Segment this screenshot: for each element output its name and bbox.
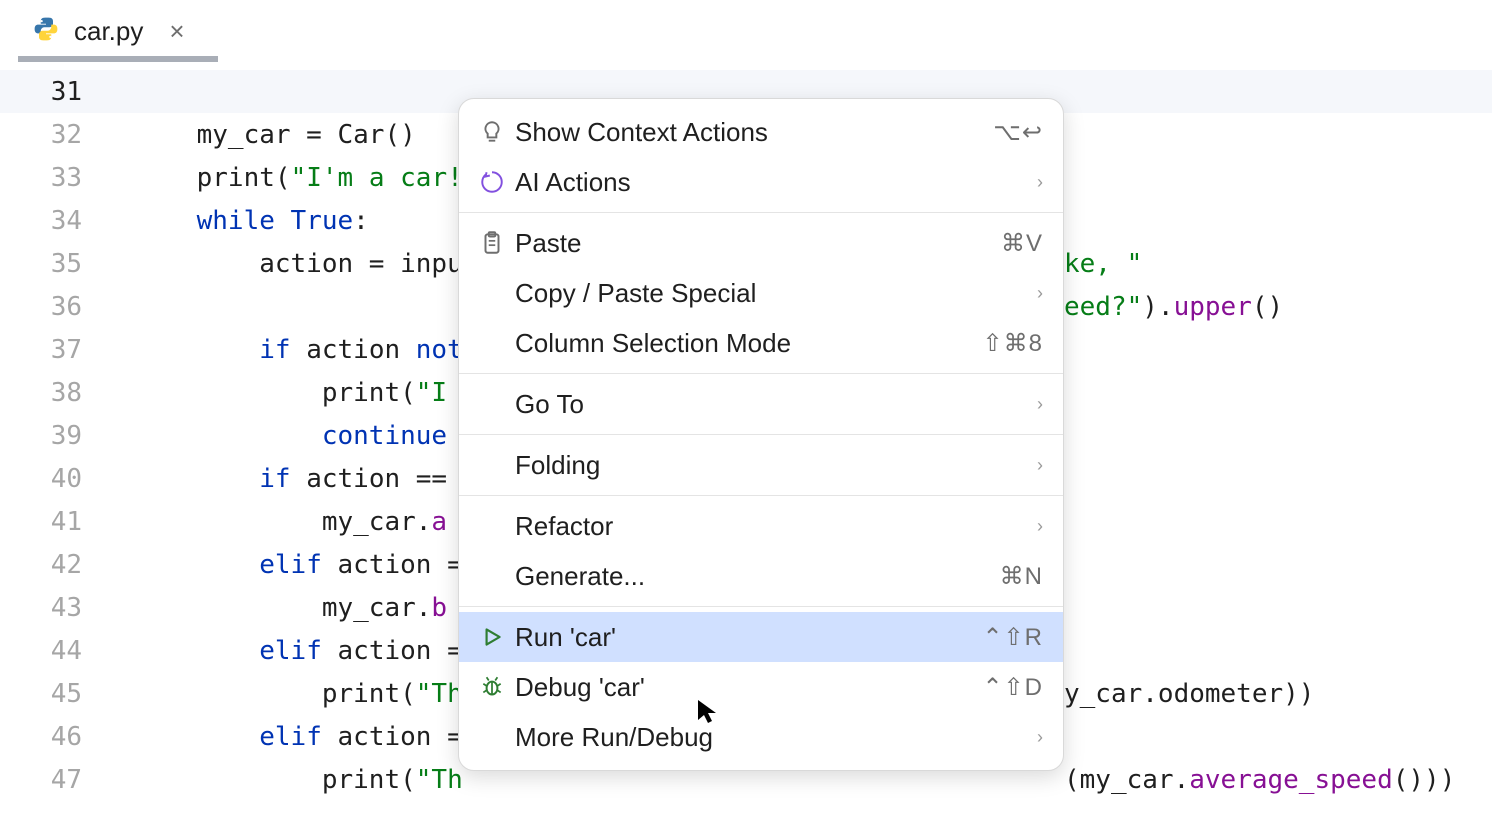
menu-label: Show Context Actions xyxy=(515,117,993,148)
context-menu: Show Context Actions⌥↩ AI Actions › Paste⌘V… xyxy=(458,98,1064,771)
menu-label: AI Actions xyxy=(515,167,1027,198)
bug-icon xyxy=(475,674,509,700)
menu-separator xyxy=(459,495,1063,496)
chevron-right-icon: › xyxy=(1037,172,1043,193)
line-number: 36 xyxy=(0,285,130,328)
line-number: 38 xyxy=(0,371,130,414)
menu-separator xyxy=(459,212,1063,213)
menu-label: More Run/Debug xyxy=(515,722,1027,753)
lightbulb-icon xyxy=(475,119,509,145)
menu-item-generate[interactable]: Generate...⌘N xyxy=(459,551,1063,601)
menu-item-show-context-actions[interactable]: Show Context Actions⌥↩ xyxy=(459,107,1063,157)
line-number: 31 xyxy=(0,70,130,113)
play-icon xyxy=(475,624,509,650)
menu-item-folding[interactable]: Folding › xyxy=(459,440,1063,490)
chevron-right-icon: › xyxy=(1037,455,1043,476)
tab-car-py[interactable]: car.py × xyxy=(18,0,199,62)
menu-label: Refactor xyxy=(515,511,1027,542)
chevron-right-icon: › xyxy=(1037,516,1043,537)
menu-separator xyxy=(459,373,1063,374)
line-number: 33 xyxy=(0,156,130,199)
ai-icon xyxy=(475,169,509,195)
menu-item-more-run-debug[interactable]: More Run/Debug › xyxy=(459,712,1063,762)
line-number: 37 xyxy=(0,328,130,371)
line-number: 34 xyxy=(0,199,130,242)
menu-separator xyxy=(459,434,1063,435)
menu-item-go-to[interactable]: Go To › xyxy=(459,379,1063,429)
menu-separator xyxy=(459,606,1063,607)
line-number: 41 xyxy=(0,500,130,543)
menu-item-column-selection-mode[interactable]: Column Selection Mode⇧⌘8 xyxy=(459,318,1063,368)
line-number: 43 xyxy=(0,586,130,629)
menu-label: Copy / Paste Special xyxy=(515,278,1027,309)
chevron-right-icon: › xyxy=(1037,283,1043,304)
line-number: 47 xyxy=(0,758,130,801)
close-icon[interactable]: × xyxy=(169,16,184,47)
line-number: 32 xyxy=(0,113,130,156)
menu-shortcut: ⌘V xyxy=(1001,229,1043,258)
clipboard-icon xyxy=(475,230,509,256)
line-number: 44 xyxy=(0,629,130,672)
line-number: 40 xyxy=(0,457,130,500)
menu-label: Generate... xyxy=(515,561,1000,592)
menu-item-run-car[interactable]: Run 'car'⌃⇧R xyxy=(459,612,1063,662)
chevron-right-icon: › xyxy=(1037,727,1043,748)
menu-label: Paste xyxy=(515,228,1001,259)
menu-shortcut: ⌥↩ xyxy=(993,118,1043,147)
menu-label: Run 'car' xyxy=(515,622,982,653)
menu-shortcut: ⌃⇧R xyxy=(982,623,1043,652)
line-number: 39 xyxy=(0,414,130,457)
python-file-icon xyxy=(32,15,60,48)
cursor-icon xyxy=(696,698,718,731)
menu-item-ai-actions[interactable]: AI Actions › xyxy=(459,157,1063,207)
menu-label: Go To xyxy=(515,389,1027,420)
line-number: 46 xyxy=(0,715,130,758)
menu-item-copy-paste-special[interactable]: Copy / Paste Special › xyxy=(459,268,1063,318)
tab-bar: car.py × xyxy=(0,0,1492,62)
menu-label: Column Selection Mode xyxy=(515,328,983,359)
line-number: 35 xyxy=(0,242,130,285)
menu-label: Debug 'car' xyxy=(515,672,982,703)
menu-shortcut: ⇧⌘8 xyxy=(983,329,1043,358)
menu-label: Folding xyxy=(515,450,1027,481)
tab-label: car.py xyxy=(74,16,143,47)
chevron-right-icon: › xyxy=(1037,394,1043,415)
menu-shortcut: ⌘N xyxy=(1000,562,1043,591)
menu-item-debug-car[interactable]: Debug 'car'⌃⇧D xyxy=(459,662,1063,712)
line-number: 42 xyxy=(0,543,130,586)
menu-shortcut: ⌃⇧D xyxy=(982,673,1043,702)
gutter: 3132333435363738394041424344454647 xyxy=(0,62,130,828)
menu-item-paste[interactable]: Paste⌘V xyxy=(459,218,1063,268)
line-number: 45 xyxy=(0,672,130,715)
menu-item-refactor[interactable]: Refactor › xyxy=(459,501,1063,551)
